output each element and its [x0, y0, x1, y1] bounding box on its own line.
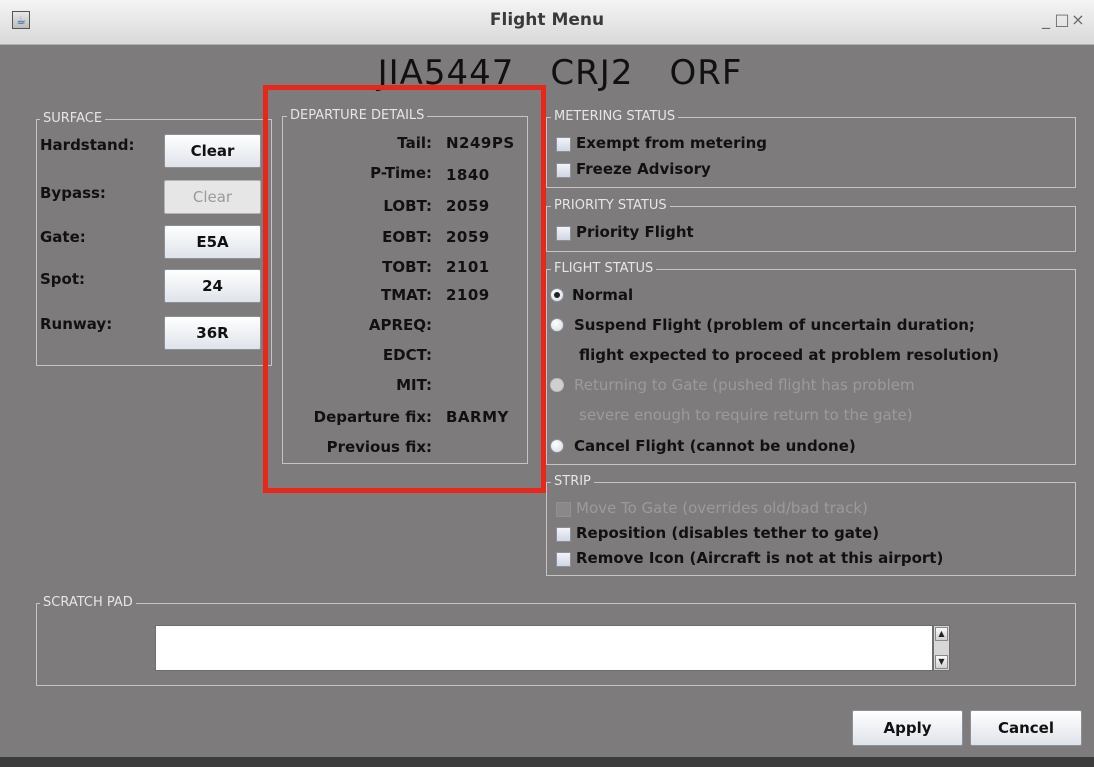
hardstand-label: Hardstand: [40, 136, 135, 154]
runway-button[interactable]: 36R [164, 316, 261, 350]
aircraft-type: CRJ2 [550, 53, 634, 93]
hardstand-clear-button[interactable]: Clear [164, 134, 261, 168]
move-to-gate-label: Move To Gate (overrides old/bad track) [576, 499, 868, 517]
close-icon[interactable]: × [1068, 10, 1088, 30]
reposition-checkbox[interactable] [556, 527, 571, 542]
priority-status-legend: PRIORITY STATUS [551, 199, 670, 213]
spot-button[interactable]: 24 [164, 269, 261, 303]
scratch-pad-textarea[interactable] [155, 625, 933, 671]
metering-status-legend: METERING STATUS [551, 110, 679, 124]
highlight-box [263, 85, 546, 493]
cancel-flight-radio[interactable] [550, 439, 564, 453]
priority-flight-checkbox[interactable] [556, 226, 571, 241]
scroll-up-icon[interactable]: ▲ [935, 627, 948, 641]
reposition-label[interactable]: Reposition (disables tether to gate) [576, 524, 879, 542]
surface-legend: SURFACE [40, 112, 106, 126]
returning-to-gate-label: Returning to Gate (pushed flight has pro… [574, 376, 915, 394]
scroll-down-icon[interactable]: ▼ [935, 655, 948, 669]
gate-button[interactable]: E5A [164, 225, 261, 259]
move-to-gate-checkbox [556, 502, 571, 517]
remove-icon-checkbox[interactable] [556, 552, 571, 567]
normal-label[interactable]: Normal [572, 286, 633, 304]
scratch-pad-scrollbar[interactable]: ▲ ▼ [933, 625, 950, 671]
cancel-button[interactable]: Cancel [970, 710, 1082, 746]
suspend-flight-radio[interactable] [550, 318, 564, 332]
spot-label: Spot: [40, 270, 86, 288]
priority-flight-label[interactable]: Priority Flight [576, 223, 694, 241]
returning-to-gate-radio [550, 378, 564, 392]
normal-radio[interactable] [550, 288, 564, 302]
suspend-flight-label-line2[interactable]: flight expected to proceed at problem re… [579, 346, 999, 364]
returning-to-gate-label-line2: severe enough to require return to the g… [579, 406, 913, 424]
apply-button[interactable]: Apply [852, 710, 963, 746]
freeze-advisory-checkbox[interactable] [556, 163, 571, 178]
bypass-label: Bypass: [40, 184, 106, 202]
exempt-label[interactable]: Exempt from metering [576, 134, 767, 152]
destination: ORF [669, 53, 743, 93]
suspend-flight-label[interactable]: Suspend Flight (problem of uncertain dur… [574, 316, 975, 334]
bypass-clear-button: Clear [164, 180, 261, 214]
gate-label: Gate: [40, 228, 86, 246]
scratch-pad-legend: SCRATCH PAD [40, 596, 136, 610]
remove-icon-label[interactable]: Remove Icon (Aircraft is not at this air… [576, 549, 943, 567]
runway-label: Runway: [40, 315, 113, 333]
window-title: Flight Menu [489, 10, 605, 30]
freeze-advisory-label[interactable]: Freeze Advisory [576, 160, 711, 178]
flight-status-legend: FLIGHT STATUS [551, 262, 657, 276]
cancel-flight-label[interactable]: Cancel Flight (cannot be undone) [574, 437, 856, 455]
strip-legend: STRIP [551, 475, 594, 489]
window-bottom-edge [0, 757, 1094, 767]
exempt-checkbox[interactable] [556, 137, 571, 152]
